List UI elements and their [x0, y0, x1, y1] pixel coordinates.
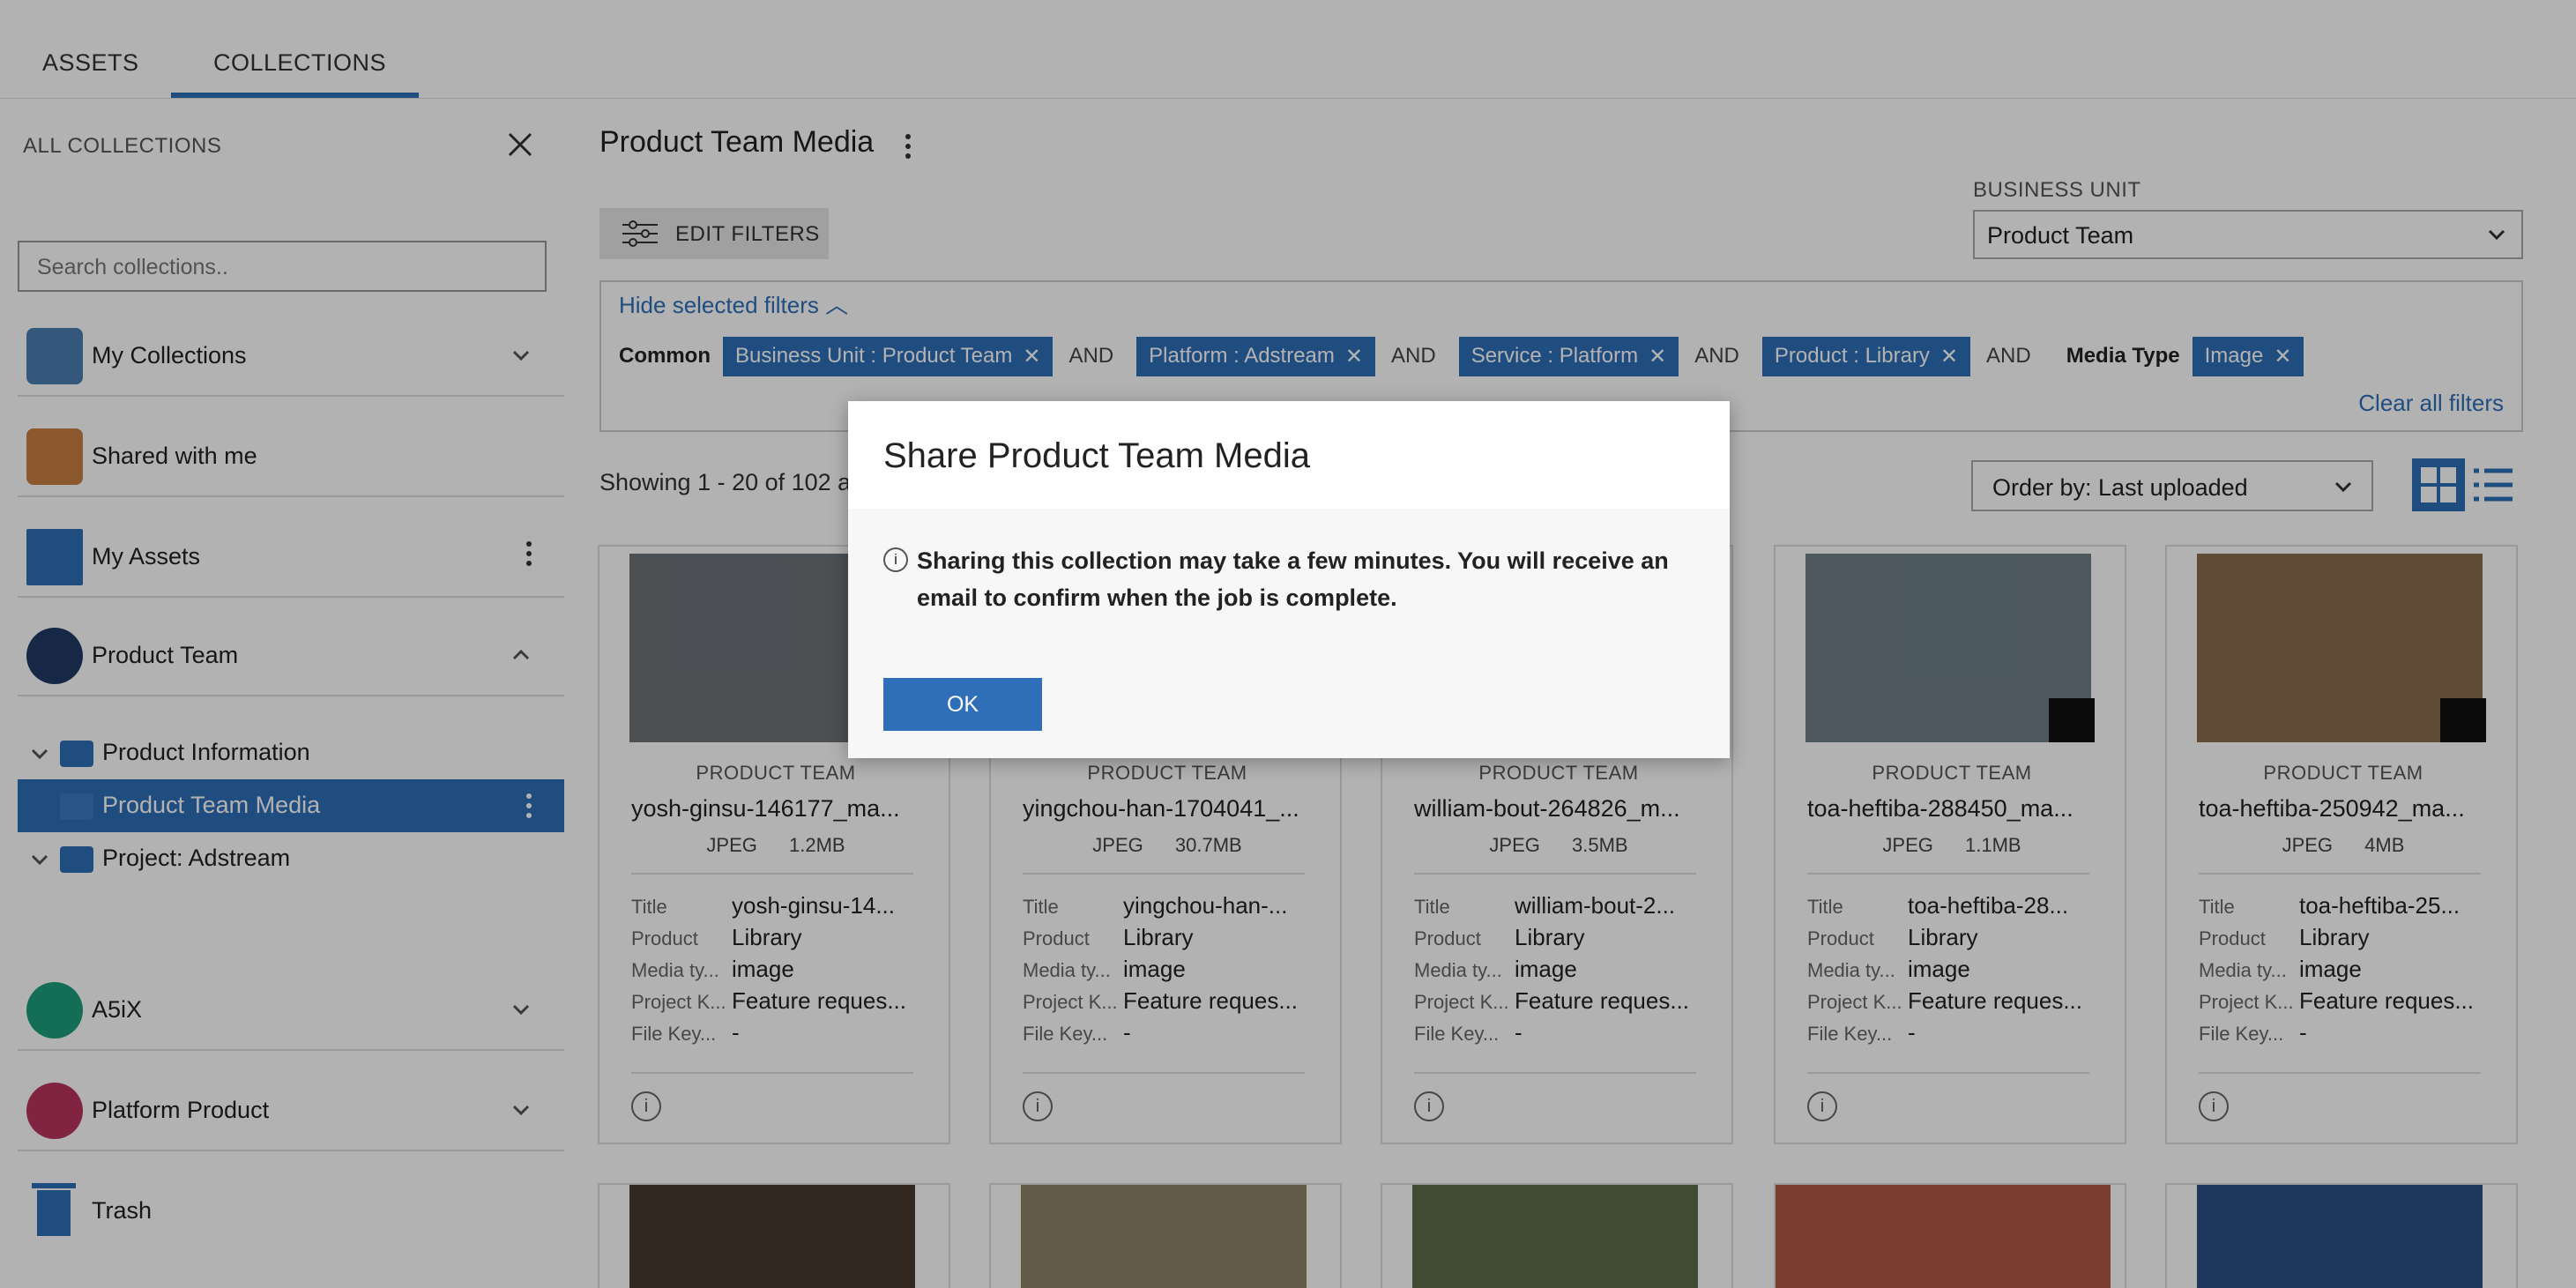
- info-icon: i: [883, 547, 908, 572]
- ok-button[interactable]: OK: [883, 678, 1042, 731]
- dialog-header: Share Product Team Media: [848, 401, 1730, 509]
- share-dialog: Share Product Team Media i Sharing this …: [848, 401, 1730, 758]
- dialog-title: Share Product Team Media: [883, 436, 1310, 475]
- dialog-message: Sharing this collection may take a few m…: [917, 547, 1669, 611]
